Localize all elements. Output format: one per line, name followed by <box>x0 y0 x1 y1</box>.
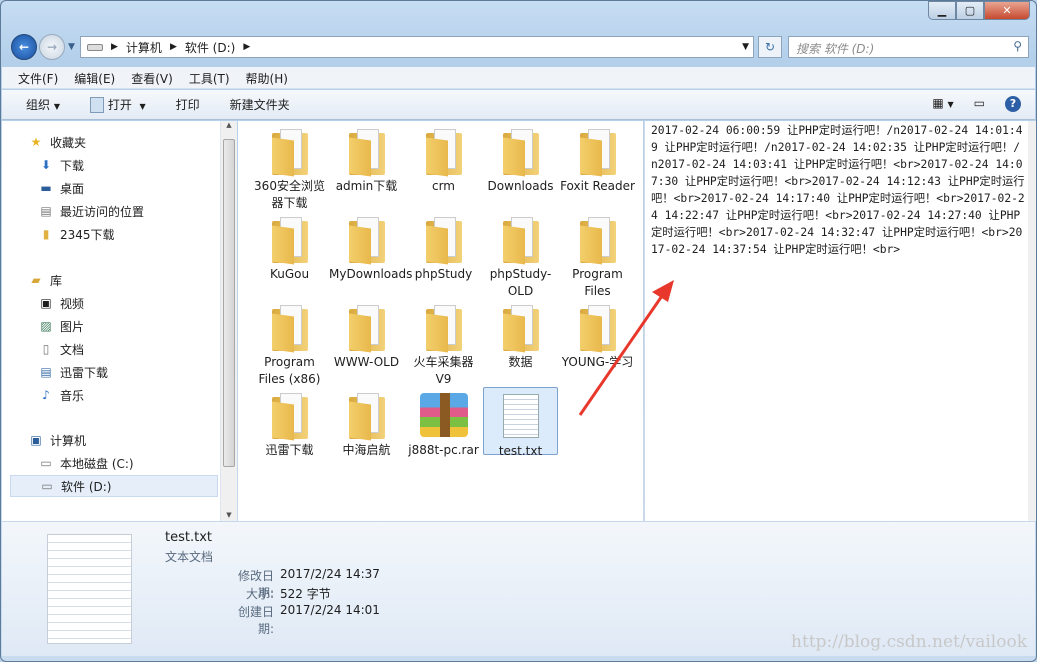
annotation-arrow <box>578 280 674 416</box>
